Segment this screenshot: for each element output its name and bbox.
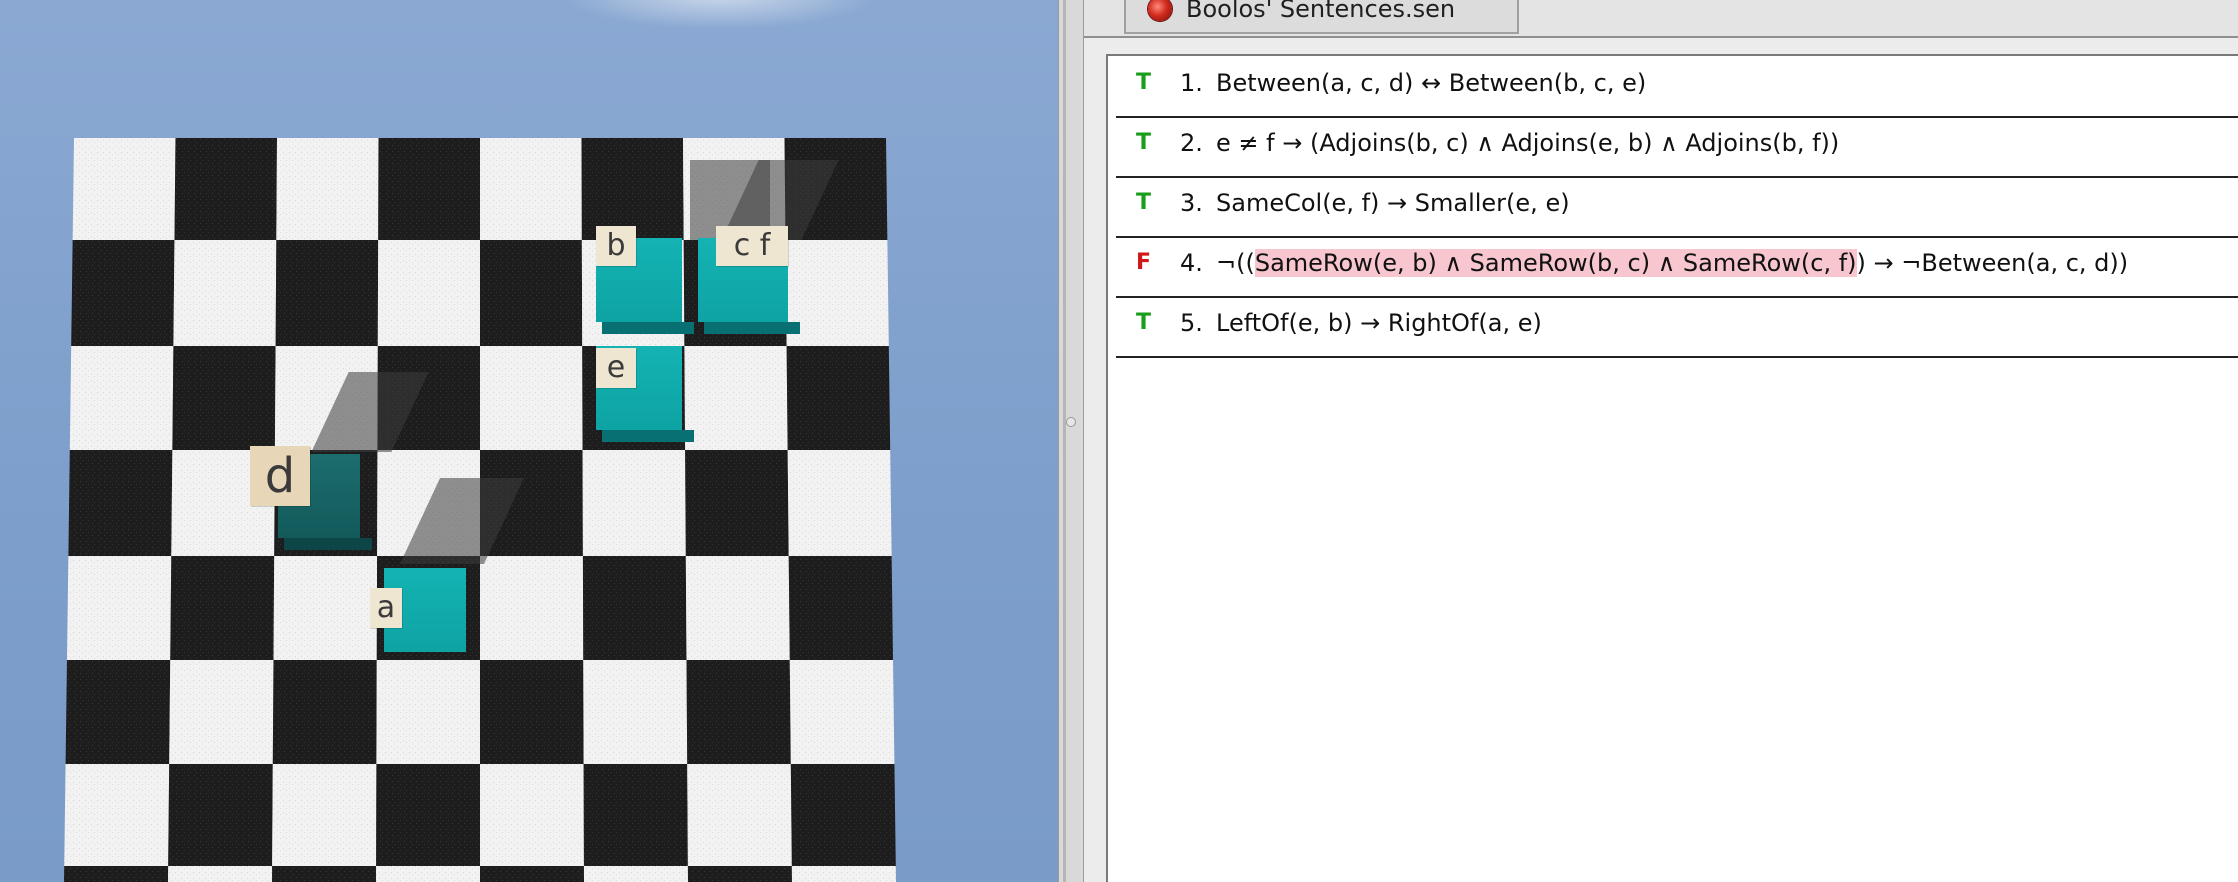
board-square [169, 660, 274, 764]
sentence-formula[interactable]: LeftOf(e, b) → RightOf(a, e) [1216, 309, 1542, 337]
board-square [583, 866, 688, 882]
board-square [582, 556, 687, 660]
sentence-row[interactable]: T 3. SameCol(e, f) → Smaller(e, e) [1116, 176, 2238, 238]
board-square [480, 660, 584, 764]
board-square [71, 240, 175, 346]
board-square [273, 556, 378, 660]
truth-value: T [1136, 310, 1152, 335]
board-square [376, 764, 480, 866]
sentence-row[interactable]: T 5. LeftOf(e, b) → RightOf(a, e) [1116, 296, 2238, 358]
board-square [685, 450, 789, 556]
tab-bar: Boolos' Sentences.sen [1084, 0, 2238, 38]
sentence-formula[interactable]: SameCol(e, f) → Smaller(e, e) [1216, 189, 1570, 217]
red-ball-icon [1148, 0, 1172, 21]
board-square [275, 240, 379, 346]
formula-highlighted-part: SameRow(e, b) ∧ SameRow(b, c) ∧ SameRow(… [1254, 249, 1857, 277]
tab-boolos-sentences[interactable]: Boolos' Sentences.sen [1124, 0, 1519, 34]
board-square [68, 450, 173, 556]
formula-prefix: ¬(( [1216, 249, 1255, 277]
board-square [480, 764, 584, 866]
board-square [64, 866, 169, 882]
board-square [173, 240, 277, 346]
board-square [377, 240, 480, 346]
sentence-formula[interactable]: ¬((SameRow(e, b) ∧ SameRow(b, c) ∧ SameR… [1216, 249, 2128, 277]
board-square [272, 764, 377, 866]
truth-value: T [1136, 190, 1152, 215]
splitter-grip-icon[interactable] [1066, 417, 1076, 427]
board-square [785, 240, 889, 346]
sentence-row[interactable]: F 4. ¬((SameRow(e, b) ∧ SameRow(b, c) ∧ … [1116, 236, 2238, 298]
sentence-row[interactable]: T 2. e ≠ f → (Adjoins(b, c) ∧ Adjoins(e,… [1116, 116, 2238, 178]
sentence-number: 2. [1180, 129, 1203, 157]
board-square [66, 556, 172, 660]
block-label-c-f: c f [716, 226, 788, 266]
board-square [376, 660, 480, 764]
board-square [687, 866, 792, 882]
board-square [791, 866, 896, 882]
board-square [581, 138, 684, 240]
board-square [174, 138, 277, 240]
sentence-row[interactable]: T 1. Between(a, c, d) ↔ Between(b, c, e) [1116, 56, 2238, 118]
truth-value: T [1136, 70, 1152, 95]
sentence-formula[interactable]: e ≠ f → (Adjoins(b, c) ∧ Adjoins(e, b) ∧… [1216, 129, 1839, 157]
sentence-editor: Boolos' Sentences.sen T 1. Between(a, c,… [1084, 0, 2238, 882]
truth-value: T [1136, 130, 1152, 155]
formula-suffix: ) → ¬Between(a, c, d)) [1856, 249, 2129, 277]
board-square [480, 866, 584, 882]
tab-label: Boolos' Sentences.sen [1186, 0, 1456, 23]
board-square [685, 556, 790, 660]
world-view[interactable]: b c f e d a [0, 0, 1058, 882]
board-square [787, 450, 892, 556]
board-square [480, 138, 582, 240]
board-square [72, 138, 176, 240]
board-square [788, 556, 894, 660]
block-label-d: d [250, 446, 310, 506]
sentence-number: 4. [1180, 249, 1203, 277]
pane-splitter[interactable] [1058, 0, 1084, 882]
board-square [786, 346, 891, 450]
checkerboard[interactable] [0, 0, 1058, 882]
board-square [168, 866, 273, 882]
board-square [480, 240, 583, 346]
block-label-b: b [596, 226, 636, 266]
truth-value: F [1136, 250, 1152, 275]
board-square [64, 764, 170, 866]
block-label-e: e [596, 348, 636, 388]
board-square [583, 764, 688, 866]
board-square [789, 660, 895, 764]
board-square [276, 138, 379, 240]
board-square [684, 346, 788, 450]
board-square [65, 660, 171, 764]
board-square [480, 346, 583, 450]
board-square [583, 660, 688, 764]
board-square [170, 556, 275, 660]
board-square [790, 764, 896, 866]
board-square [376, 866, 480, 882]
board-square [480, 556, 584, 660]
sentence-number: 5. [1180, 309, 1203, 337]
board-square [272, 660, 377, 764]
board-square [686, 660, 791, 764]
board-square [582, 450, 686, 556]
block-label-a: a [370, 588, 402, 628]
board-square [69, 346, 174, 450]
sentence-formula[interactable]: Between(a, c, d) ↔ Between(b, c, e) [1216, 69, 1646, 97]
board-square [172, 346, 276, 450]
board-square [272, 866, 377, 882]
board-square [168, 764, 273, 866]
sentence-list[interactable]: T 1. Between(a, c, d) ↔ Between(b, c, e)… [1106, 54, 2238, 882]
board-square [378, 138, 480, 240]
sentence-number: 3. [1180, 189, 1203, 217]
sentence-number: 1. [1180, 69, 1203, 97]
board-square [687, 764, 792, 866]
